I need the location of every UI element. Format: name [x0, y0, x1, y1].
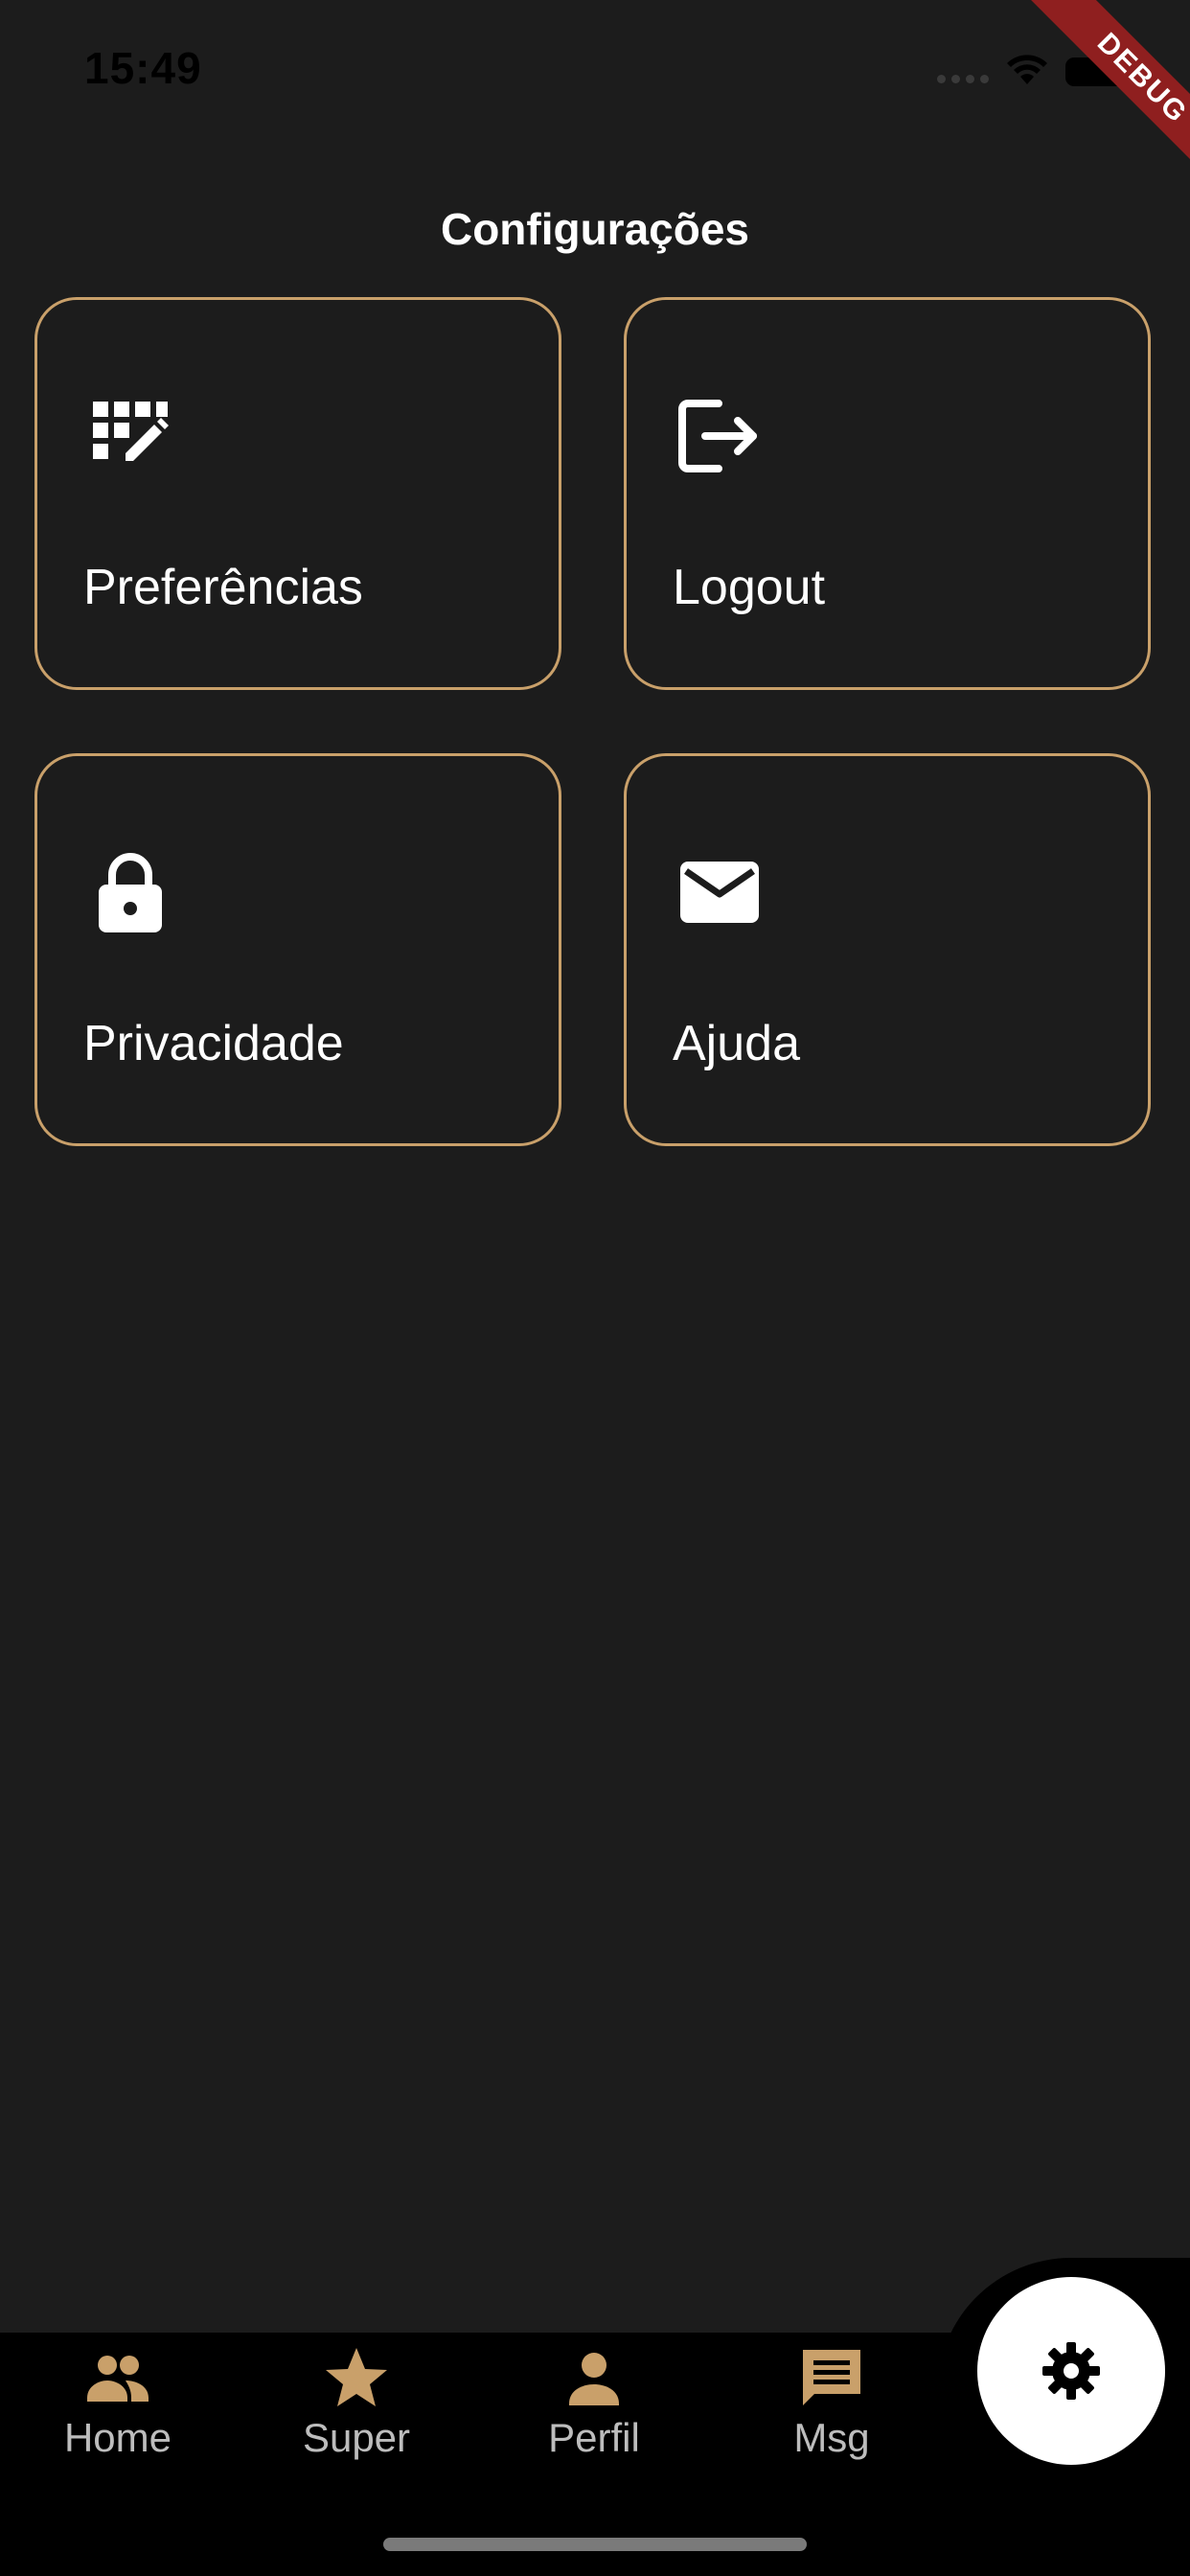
preferences-card[interactable]: Preferências — [34, 297, 561, 690]
page-title: Configurações — [440, 204, 750, 254]
people-icon — [87, 2356, 149, 2402]
star-icon — [326, 2348, 387, 2406]
message-icon — [803, 2350, 860, 2405]
nav-item-home[interactable]: Home — [22, 2344, 214, 2488]
edit-grid-icon — [93, 402, 169, 461]
logout-card[interactable]: Logout — [624, 297, 1151, 690]
mail-icon — [680, 862, 759, 923]
privacy-card[interactable]: Privacidade — [34, 753, 561, 1146]
logout-label: Logout — [673, 560, 826, 615]
logout-icon — [678, 400, 757, 472]
nav-item-msg[interactable]: Msg — [736, 2344, 927, 2488]
nav-label-super: Super — [302, 2415, 411, 2460]
gear-icon — [1042, 2342, 1100, 2400]
wifi-icon — [1007, 55, 1047, 84]
preferences-label: Preferências — [83, 560, 363, 615]
person-icon — [569, 2353, 619, 2405]
nav-label-msg: Msg — [793, 2415, 870, 2460]
help-card[interactable]: Ajuda — [624, 753, 1151, 1146]
nav-item-super[interactable]: Super — [261, 2344, 452, 2488]
settings-screen: 15:49 DEBUG Configurações Preferências L… — [0, 0, 1190, 2576]
status-bar: 15:49 — [0, 0, 1190, 144]
help-label: Ajuda — [673, 1016, 800, 1071]
home-indicator — [383, 2538, 807, 2551]
privacy-label: Privacidade — [83, 1016, 344, 1071]
signal-icon — [937, 75, 989, 83]
nav-label-home: Home — [63, 2415, 172, 2460]
status-time: 15:49 — [84, 43, 202, 93]
nav-label-perfil: Perfil — [548, 2415, 640, 2460]
lock-icon — [99, 853, 162, 932]
nav-item-perfil[interactable]: Perfil — [498, 2344, 690, 2488]
settings-fab-button[interactable] — [977, 2277, 1165, 2465]
